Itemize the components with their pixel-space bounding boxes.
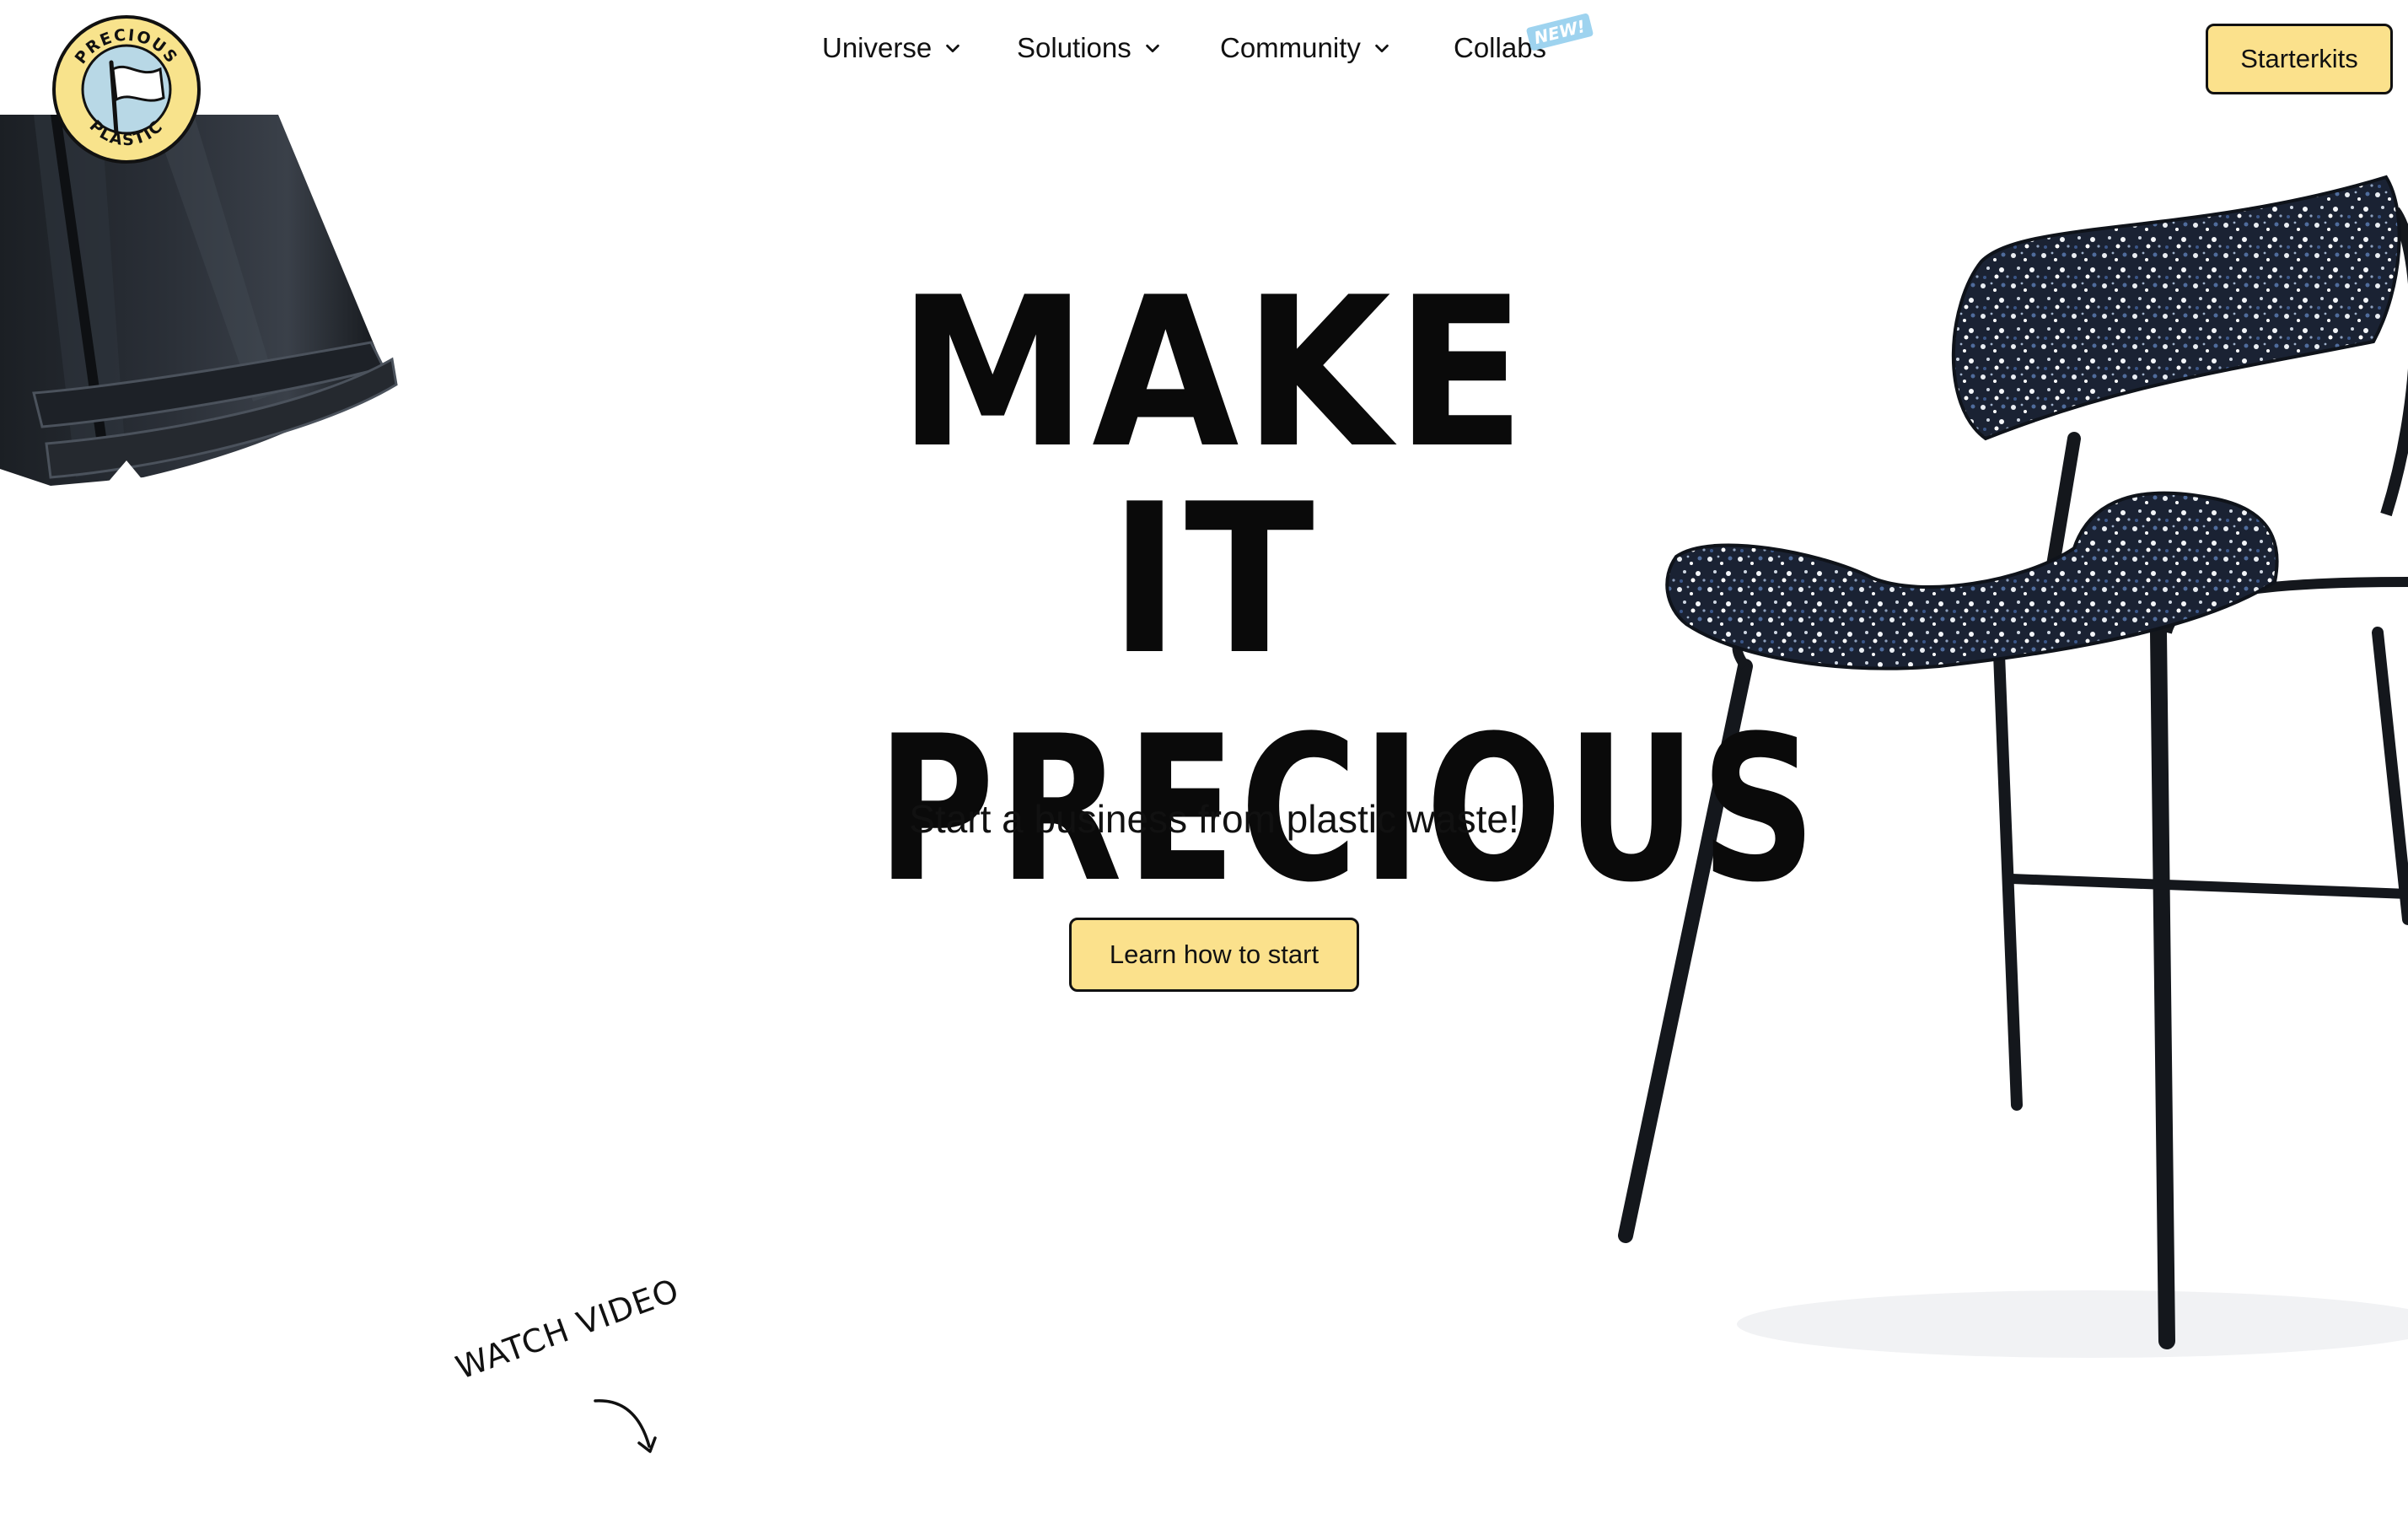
- hero-subtitle: Start a business from plastic waste!: [909, 797, 1519, 841]
- nav-item-label: Solutions: [1017, 32, 1131, 63]
- plastic-bucket-image: [0, 115, 405, 494]
- precious-plastic-logo[interactable]: PRECIOUS PLASTIC: [51, 13, 202, 165]
- nav-item-solutions[interactable]: Solutions: [1017, 32, 1162, 64]
- curved-arrow-icon: [594, 1399, 657, 1453]
- chevron-down-icon: [946, 44, 960, 53]
- learn-how-to-start-button[interactable]: Learn how to start: [1069, 918, 1359, 992]
- hero-title-line-1: MAKE IT: [898, 253, 1530, 700]
- nav-item-community[interactable]: Community: [1220, 32, 1391, 64]
- main-nav: Universe Solutions Community Collabs: [0, 32, 2408, 83]
- nav-item-label: Community: [1220, 32, 1361, 63]
- watch-video-link[interactable]: WATCH VIDEO: [451, 1272, 684, 1386]
- chevron-down-icon: [1375, 44, 1389, 53]
- page: PRECIOUS PLASTIC Universe Solutions Comm…: [0, 0, 2408, 1513]
- nav-item-label: Universe: [822, 32, 933, 63]
- nav-item-universe[interactable]: Universe: [822, 32, 962, 64]
- chevron-down-icon: [1145, 44, 1159, 53]
